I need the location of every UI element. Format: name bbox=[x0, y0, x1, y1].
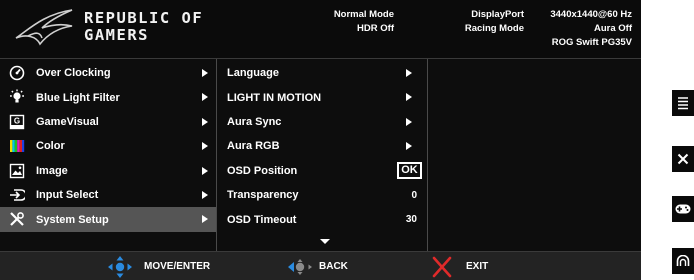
sub-menu-label: Language bbox=[227, 67, 279, 80]
main-menu-item-over-clocking[interactable]: Over Clocking bbox=[0, 61, 216, 85]
status-display: 3440x1440@60 Hz Aura Off ROG Swift PG35V bbox=[550, 8, 632, 50]
joystick-move-icon bbox=[108, 255, 132, 278]
osd-timeout-value: 30 bbox=[405, 214, 417, 226]
chevron-right-icon bbox=[406, 142, 412, 151]
chevron-right-icon bbox=[202, 69, 208, 77]
close-icon bbox=[677, 153, 689, 165]
menu-icon bbox=[678, 97, 688, 110]
chevron-right-icon bbox=[406, 117, 412, 126]
status-input-source: DisplayPort bbox=[471, 9, 524, 20]
sub-menu-item-aura-sync[interactable]: Aura Sync bbox=[217, 110, 427, 134]
footer-exit-label: EXIT bbox=[466, 261, 489, 272]
ok-button[interactable]: OK bbox=[397, 161, 422, 179]
speedometer-icon bbox=[9, 65, 25, 81]
sub-menu-label: Transparency bbox=[227, 189, 299, 202]
main-menu-label: Color bbox=[36, 140, 65, 153]
chevron-right-icon bbox=[202, 93, 208, 102]
chevron-right-icon bbox=[202, 142, 208, 151]
main-menu: Over Clocking Blue Light Filter G GameVi… bbox=[0, 61, 216, 232]
main-menu-label: Over Clocking bbox=[36, 67, 111, 80]
status-game-mode: Racing Mode bbox=[464, 23, 524, 34]
status-model: ROG Swift PG35V bbox=[551, 37, 632, 48]
sub-menu-label: OSD Position bbox=[227, 164, 298, 177]
image-icon bbox=[9, 163, 25, 178]
color-bars-icon bbox=[10, 140, 25, 153]
sub-menu-item-light-in-motion[interactable]: LIGHT IN MOTION bbox=[217, 85, 427, 109]
sub-menu-item-transparency[interactable]: Transparency 0 bbox=[217, 183, 427, 207]
sub-menu-item-aura-rgb[interactable]: Aura RGB bbox=[217, 134, 427, 158]
transparency-value: 0 bbox=[411, 189, 417, 201]
brand-line-2: GAMERS bbox=[84, 26, 149, 44]
sub-menu-label: Aura RGB bbox=[227, 140, 280, 153]
svg-text:G: G bbox=[14, 116, 20, 125]
menu-area: Over Clocking Blue Light Filter G GameVi… bbox=[0, 58, 641, 252]
chevron-right-icon bbox=[202, 215, 208, 224]
footer-move-enter-label: MOVE/ENTER bbox=[144, 261, 211, 272]
scroll-down-arrow-icon[interactable] bbox=[320, 239, 330, 244]
status-mode: Normal Mode HDR Off bbox=[334, 8, 394, 36]
sub-menu-item-osd-position[interactable]: OSD Position OK bbox=[217, 159, 427, 183]
chevron-right-icon bbox=[406, 93, 412, 102]
sub-menu-item-osd-timeout[interactable]: OSD Timeout 30 bbox=[217, 207, 427, 231]
chevron-right-icon bbox=[202, 190, 208, 199]
chevron-right-icon bbox=[406, 69, 412, 77]
main-menu-label: Blue Light Filter bbox=[36, 91, 120, 104]
bulb-icon bbox=[10, 89, 24, 103]
osd-footer: MOVE/ENTER BACK EXIT bbox=[0, 251, 641, 280]
sub-menu-label: Aura Sync bbox=[227, 115, 282, 128]
brand-title: REPUBLIC OF GAMERS bbox=[84, 10, 203, 44]
main-menu-item-input-select[interactable]: Input Select bbox=[0, 183, 216, 207]
osd-header: REPUBLIC OF GAMERS Normal Mode HDR Off D… bbox=[0, 0, 641, 58]
status-aura: Aura Off bbox=[594, 23, 632, 34]
main-menu-item-gamevisual[interactable]: G GameVisual bbox=[0, 110, 216, 134]
close-hotkey[interactable] bbox=[672, 146, 694, 172]
main-menu-item-color[interactable]: Color bbox=[0, 134, 216, 158]
footer-back: BACK bbox=[285, 252, 348, 280]
menu-hotkey[interactable] bbox=[672, 90, 694, 116]
footer-exit: EXIT bbox=[431, 252, 488, 280]
rog-eye-logo bbox=[15, 9, 73, 46]
osd-menu: REPUBLIC OF GAMERS Normal Mode HDR Off D… bbox=[0, 0, 641, 280]
footer-back-label: BACK bbox=[319, 261, 348, 272]
column-divider bbox=[427, 59, 428, 252]
wave-hotkey[interactable] bbox=[672, 248, 694, 274]
chevron-right-icon bbox=[202, 166, 208, 175]
wave-icon bbox=[676, 255, 690, 266]
status-resolution: 3440x1440@60 Hz bbox=[550, 9, 632, 20]
sub-menu-item-language[interactable]: Language bbox=[217, 61, 427, 85]
main-menu-item-image[interactable]: Image bbox=[0, 159, 216, 183]
gamevisual-icon: G bbox=[9, 114, 25, 129]
footer-move-enter: MOVE/ENTER bbox=[106, 252, 210, 280]
sub-menu-label: OSD Timeout bbox=[227, 213, 297, 226]
sub-menu: Language LIGHT IN MOTION Aura Sync Aura … bbox=[217, 61, 427, 244]
joystick-back-icon bbox=[288, 258, 312, 275]
main-menu-label: GameVisual bbox=[36, 115, 99, 128]
status-picture-mode: Normal Mode bbox=[333, 9, 394, 20]
sub-menu-label: LIGHT IN MOTION bbox=[227, 91, 322, 104]
close-x-icon bbox=[432, 256, 452, 277]
main-menu-item-blue-light-filter[interactable]: Blue Light Filter bbox=[0, 85, 216, 109]
gamepad-icon bbox=[675, 204, 691, 214]
main-menu-label: Input Select bbox=[36, 189, 99, 202]
main-menu-label: Image bbox=[36, 164, 68, 177]
hotkey-strip bbox=[672, 0, 694, 280]
main-menu-label: System Setup bbox=[36, 213, 109, 226]
wrench-icon bbox=[10, 212, 24, 227]
chevron-right-icon bbox=[202, 117, 208, 126]
main-menu-item-system-setup[interactable]: System Setup bbox=[0, 207, 216, 232]
gamepad-hotkey[interactable] bbox=[672, 196, 694, 222]
input-icon bbox=[10, 189, 25, 201]
status-hdr: HDR Off bbox=[357, 23, 394, 34]
status-input: DisplayPort Racing Mode bbox=[465, 8, 524, 36]
brand-line-1: REPUBLIC OF bbox=[84, 9, 204, 27]
